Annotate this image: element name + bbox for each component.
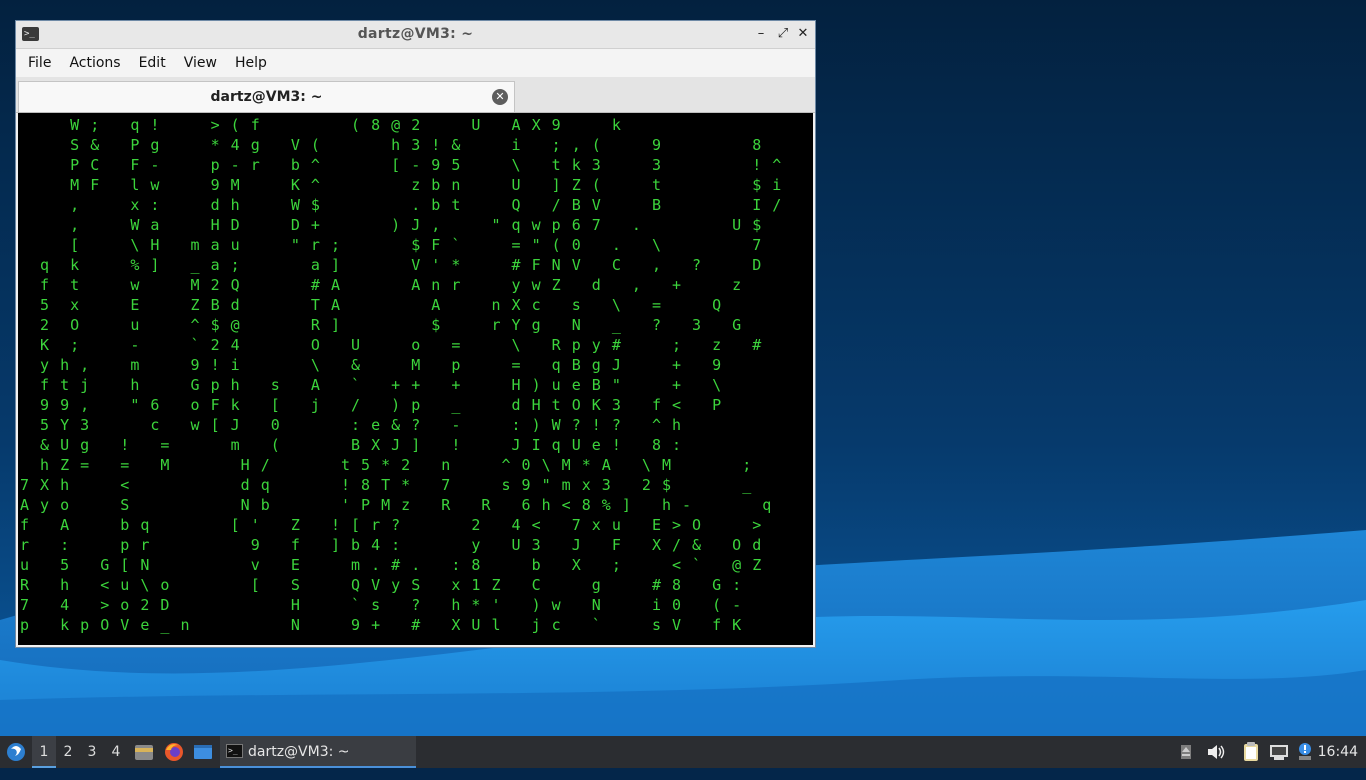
terminal-task-icon: >_ xyxy=(226,744,243,758)
tab-close-icon[interactable]: ✕ xyxy=(492,89,508,105)
menubar: File Actions Edit View Help xyxy=(16,49,815,77)
close-button[interactable]: ✕ xyxy=(795,26,811,42)
maximize-button[interactable]: ⤢ xyxy=(775,26,791,42)
workspace-1[interactable]: 1 xyxy=(32,736,56,768)
menu-view[interactable]: View xyxy=(175,49,226,77)
menu-help[interactable]: Help xyxy=(226,49,276,77)
terminal-tab[interactable]: dartz@VM3: ~ ✕ xyxy=(18,81,515,112)
menu-file[interactable]: File xyxy=(19,49,60,77)
lxqt-start-icon[interactable] xyxy=(4,736,28,768)
window-titlebar[interactable]: >_ dartz@VM3: ~ – ⤢ ✕ xyxy=(16,21,815,49)
terminal-output: W ; q ! > ( f ( 8 @ 2 U A X 9 k S & P g … xyxy=(20,116,783,634)
terminal-area[interactable]: W ; q ! > ( f ( 8 @ 2 U A X 9 k S & P g … xyxy=(18,113,813,645)
file-manager-icon[interactable] xyxy=(133,736,155,768)
minimize-button[interactable]: – xyxy=(753,26,769,42)
window-title: dartz@VM3: ~ xyxy=(357,26,474,42)
firefox-icon[interactable] xyxy=(163,736,185,768)
clock[interactable]: 16:44 xyxy=(1318,736,1358,768)
workspace-4[interactable]: 4 xyxy=(104,736,128,768)
network-icon[interactable] xyxy=(1268,736,1290,768)
tab-label: dartz@VM3: ~ xyxy=(210,89,323,105)
eject-icon[interactable] xyxy=(1178,736,1194,768)
task-terminal[interactable]: >_ dartz@VM3: ~ xyxy=(220,736,416,768)
tab-bar: dartz@VM3: ~ ✕ xyxy=(16,77,815,113)
volume-icon[interactable] xyxy=(1205,736,1225,768)
workspace-3[interactable]: 3 xyxy=(80,736,104,768)
show-desktop-icon[interactable] xyxy=(192,736,214,768)
taskbar: 1 2 3 4 >_ dartz@VM3: ~ 16:44 xyxy=(0,736,1366,768)
workspace-2[interactable]: 2 xyxy=(56,736,80,768)
terminal-window[interactable]: >_ dartz@VM3: ~ – ⤢ ✕ File Actions Edit … xyxy=(15,20,816,648)
menu-edit[interactable]: Edit xyxy=(130,49,175,77)
clipboard-icon[interactable] xyxy=(1241,736,1261,768)
menu-actions[interactable]: Actions xyxy=(60,49,129,77)
notification-icon[interactable] xyxy=(1296,736,1314,768)
task-label: dartz@VM3: ~ xyxy=(248,744,350,760)
